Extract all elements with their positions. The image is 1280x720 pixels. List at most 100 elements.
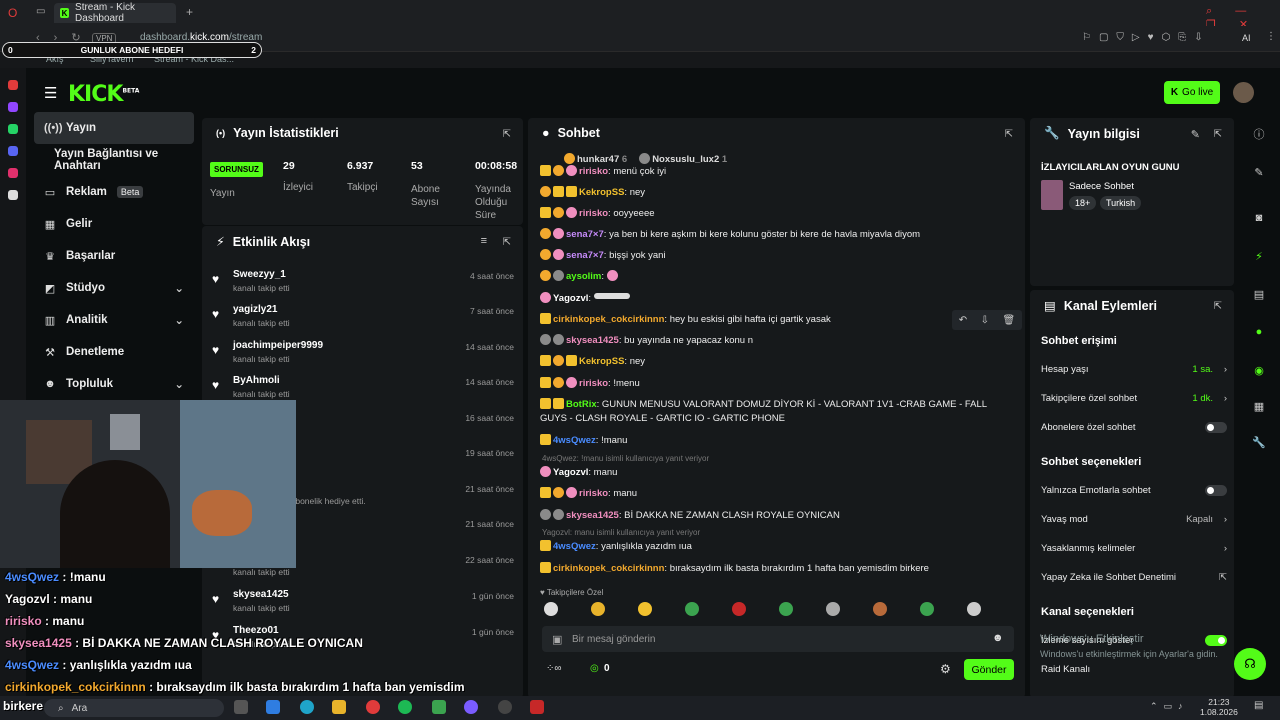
app-icon[interactable] [432, 700, 446, 714]
reply-icon[interactable]: ↶ [959, 315, 967, 326]
chat-icon[interactable]: ● [1252, 326, 1266, 340]
chat-username[interactable]: skysea1425 [566, 335, 619, 346]
spotify-icon[interactable] [398, 700, 412, 714]
popout-icon[interactable]: ⇱ [1214, 301, 1222, 312]
broadcast-icon[interactable]: ◉ [1252, 364, 1266, 378]
subs-only-toggle[interactable] [1205, 422, 1227, 433]
ai-button[interactable]: AI [1242, 33, 1251, 43]
delete-icon[interactable]: 🗑 [1003, 315, 1016, 326]
notification-icon[interactable]: ▤ [1254, 700, 1263, 711]
emote-icon[interactable] [967, 602, 981, 616]
banned-words-row[interactable]: Yasaklanmış kelimeler › [1041, 543, 1227, 554]
nav-item-topluluk[interactable]: ☻ Topluluk ⌄ [26, 368, 200, 400]
chat-username[interactable]: Yagozvl [553, 467, 588, 478]
edit-icon[interactable]: ✎ [1252, 166, 1266, 180]
chat-username[interactable]: sena7×7 [566, 250, 604, 261]
chat-username[interactable]: BotRix [566, 399, 597, 410]
chat-users-icon[interactable]: ⁘∞ [546, 663, 562, 674]
emote-icon[interactable] [920, 602, 934, 616]
send-button[interactable]: Gönder [964, 659, 1014, 680]
camera-icon[interactable]: ◙ [1252, 212, 1266, 226]
instagram-icon[interactable] [8, 168, 18, 178]
slow-mode-row[interactable]: Yavaş mod Kapalı › [1041, 514, 1227, 525]
chat-username[interactable]: 4wsQwez [553, 541, 596, 552]
viewcount-toggle[interactable] [1205, 635, 1227, 646]
edge-icon[interactable] [300, 700, 314, 714]
account-age-row[interactable]: Hesap yaşı 1 sa. › [1041, 364, 1227, 375]
emote-icon[interactable] [544, 602, 558, 616]
emote-icon[interactable] [685, 602, 699, 616]
activity-username[interactable]: yagizly21 [233, 304, 277, 315]
emote-picker-icon[interactable]: ☻ [992, 632, 1004, 644]
chat-username[interactable]: KekropSS [579, 187, 624, 198]
app-icon[interactable] [530, 700, 544, 714]
activity-username[interactable]: Sweezyy_1 [233, 269, 286, 280]
tab-menu-icon[interactable]: ▭ [36, 6, 45, 17]
popout-icon[interactable]: ⇱ [503, 237, 511, 248]
explorer-icon[interactable] [332, 700, 346, 714]
filter-icon[interactable]: ≡ [481, 235, 487, 247]
info-icon[interactable]: ⓘ [1252, 126, 1266, 141]
document-icon[interactable]: ▤ [1252, 288, 1266, 302]
nav-item-basarilar[interactable]: ♛ Başarılar [26, 240, 200, 272]
kick-logo[interactable]: KICKBETA [68, 82, 139, 107]
lightning-icon[interactable]: ⚡ [1252, 250, 1266, 264]
chat-username[interactable]: ririsko [579, 208, 608, 219]
activity-username[interactable]: joachimpeiper9999 [233, 340, 323, 351]
nav-item-denetleme[interactable]: ⚒ Denetleme [26, 336, 200, 368]
nav-item-analitik[interactable]: ▥ Analitik ⌄ [26, 304, 200, 336]
hamburger-menu-icon[interactable]: ☰ [44, 84, 57, 102]
activity-username[interactable]: ByAhmoli [233, 375, 280, 386]
chat-username[interactable]: cirkinkopek_cokcirkinnn [553, 314, 664, 325]
discord-icon[interactable] [8, 146, 18, 156]
opera-logo-icon[interactable]: O [8, 6, 17, 20]
popout-icon[interactable]: ⇱ [1005, 129, 1013, 140]
taskbar-search[interactable]: ⌕ Ara [44, 699, 224, 717]
nav-item-reklam[interactable]: ▭ Reklam Beta [26, 176, 200, 208]
top-chatter[interactable]: Noxsuslu_lux2 1 [639, 153, 727, 165]
ai-moderation-row[interactable]: Yapay Zeka ile Sohbet Denetimi ⇱ [1041, 572, 1227, 583]
edit-icon[interactable]: ✎ [1191, 128, 1200, 141]
emote-icon[interactable] [638, 602, 652, 616]
twitch-icon[interactable] [8, 102, 18, 112]
list-icon[interactable]: ▦ [1252, 400, 1266, 414]
chat-username[interactable]: ririsko [579, 378, 608, 389]
popout-icon[interactable]: ⇱ [1214, 129, 1222, 140]
emote-icon[interactable] [591, 602, 605, 616]
pin-icon[interactable]: ⇩ [981, 315, 989, 326]
help-button[interactable]: ☊ [1234, 648, 1266, 680]
emote-icon[interactable] [873, 602, 887, 616]
activity-username[interactable]: skysea1425 [233, 589, 289, 600]
wrench-icon[interactable]: 🔧 [1252, 436, 1266, 450]
nav-item-studyo[interactable]: ◩ Stüdyo ⌄ [26, 272, 200, 304]
top-chatter[interactable]: hunkar47 6 [564, 153, 627, 165]
chat-username[interactable]: sena7×7 [566, 229, 604, 240]
obs-icon[interactable] [498, 700, 512, 714]
chat-username[interactable]: skysea1425 [566, 510, 619, 521]
mail-icon[interactable] [266, 700, 280, 714]
x-icon[interactable] [8, 190, 18, 200]
tray-icons[interactable]: ⌃▭♪ [1150, 701, 1189, 712]
user-avatar[interactable] [1233, 82, 1254, 103]
emote-icon[interactable] [779, 602, 793, 616]
clock[interactable]: 21:23 1.08.2026 [1200, 697, 1238, 717]
nav-item-yayin[interactable]: ((•)) Yayın [34, 112, 194, 144]
chat-username[interactable]: 4wsQwez [553, 435, 596, 446]
task-view-icon[interactable] [234, 700, 248, 714]
activity-username[interactable]: Theezo01 [233, 625, 279, 636]
nav-item-gelir[interactable]: ▦ Gelir [26, 208, 200, 240]
browser-tab[interactable]: K Stream - Kick Dashboard [54, 2, 176, 24]
chat-input[interactable]: Bir mesaj gönderin [542, 626, 1014, 652]
new-tab-icon[interactable]: + [186, 5, 193, 19]
app-icon[interactable] [464, 700, 478, 714]
go-live-button[interactable]: K Go live [1164, 81, 1220, 104]
chat-username[interactable]: KekropSS [579, 356, 624, 367]
raid-channel-row[interactable]: Raid Kanalı [1041, 664, 1227, 675]
chat-username[interactable]: Yagozvl [553, 293, 588, 304]
popout-icon[interactable]: ⇱ [503, 129, 511, 140]
whatsapp-icon[interactable] [8, 124, 18, 134]
more-icon[interactable]: ⋮ [1266, 31, 1276, 42]
followers-only-row[interactable]: Takipçilere özel sohbet 1 dk. › [1041, 393, 1227, 404]
browser-toolbar-icons[interactable]: ⚐▢⛉▷♥⬡⎘⇩ [1082, 32, 1211, 43]
emote-only-toggle[interactable] [1205, 485, 1227, 496]
